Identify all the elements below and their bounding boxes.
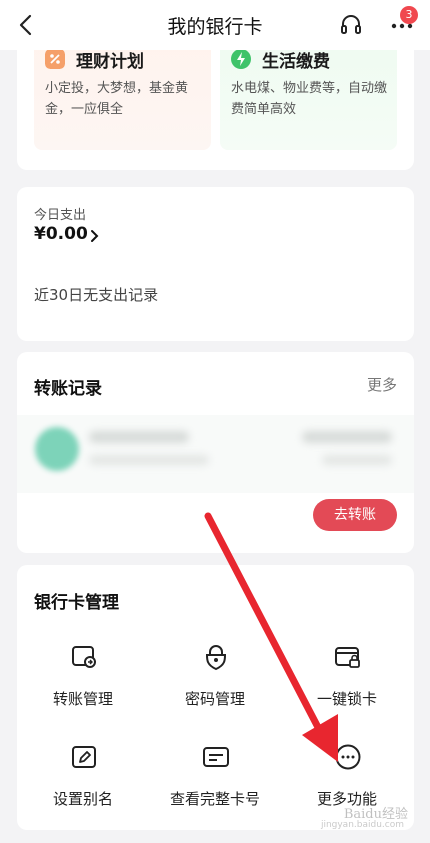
nav-bar: 我的银行卡 3: [0, 0, 430, 50]
features-card: 理财计划 小定投，大梦想，基金黄金，一应俱全 生活缴费 水电煤、物业费等，自动缴…: [17, 40, 414, 170]
view-card-number-label: 查看完整卡号: [169, 790, 260, 808]
edit-icon: [72, 746, 96, 768]
transfer-more-link[interactable]: 更多: [367, 374, 397, 395]
set-alias-button[interactable]: 设置别名: [17, 743, 149, 823]
recipient-avatar: [35, 427, 79, 471]
password-manage-button[interactable]: 密码管理: [149, 643, 281, 723]
utility-payment-tile[interactable]: 生活缴费 水电煤、物业费等，自动缴费简单高效: [220, 40, 397, 150]
blurred-text: [89, 431, 189, 443]
card-management-card: 银行卡管理 转账管理 密码管理 一键锁卡 设置别名 查看完整卡号 更多功能: [17, 565, 414, 830]
chevron-right-icon: [91, 230, 99, 242]
lock-icon: [205, 645, 227, 671]
wealth-plan-title: 理财计划: [76, 52, 144, 72]
watermark-url: jingyan.baidu.com: [320, 820, 404, 830]
card-number-icon: [203, 747, 229, 767]
utility-payment-desc: 水电煤、物业费等，自动缴费简单高效: [231, 81, 388, 117]
lock-card-button[interactable]: 一键锁卡: [281, 643, 413, 723]
today-spend-label: 今日支出: [34, 208, 87, 223]
page-title: 我的银行卡: [167, 16, 263, 38]
card-management-title: 银行卡管理: [34, 593, 119, 613]
today-spend-amount: ¥0.00: [34, 224, 88, 244]
notification-badge: 3: [400, 6, 418, 24]
wealth-plan-icon: [45, 49, 65, 69]
blurred-text: [302, 431, 392, 443]
password-manage-label: 密码管理: [184, 690, 245, 708]
lock-card-label: 一键锁卡: [316, 690, 377, 708]
go-transfer-button[interactable]: 去转账: [313, 499, 397, 531]
transfer-manage-icon: [72, 646, 96, 668]
utility-payment-title: 生活缴费: [262, 52, 330, 72]
wealth-plan-desc: 小定投，大梦想，基金黄金，一应俱全: [45, 81, 189, 117]
blurred-text: [89, 455, 209, 465]
transfer-manage-button[interactable]: 转账管理: [17, 643, 149, 723]
card-lock-icon: [335, 647, 360, 668]
transfer-records-card: 转账记录 更多 去转账: [17, 352, 414, 553]
more-circle-icon: [335, 744, 361, 770]
view-card-number-button[interactable]: 查看完整卡号: [149, 743, 281, 823]
set-alias-label: 设置别名: [52, 790, 113, 808]
transfer-record-row[interactable]: [17, 415, 414, 493]
transfer-manage-label: 转账管理: [52, 690, 113, 708]
wealth-plan-tile[interactable]: 理财计划 小定投，大梦想，基金黄金，一应俱全: [34, 40, 211, 150]
blurred-text: [322, 455, 392, 465]
headset-icon[interactable]: [339, 13, 363, 37]
transfer-records-title: 转账记录: [34, 379, 102, 399]
lightning-icon: [231, 49, 251, 69]
no-spend-record-text: 近30日无支出记录: [34, 286, 159, 304]
today-spend-card[interactable]: 今日支出 ¥0.00 近30日无支出记录: [17, 187, 414, 341]
